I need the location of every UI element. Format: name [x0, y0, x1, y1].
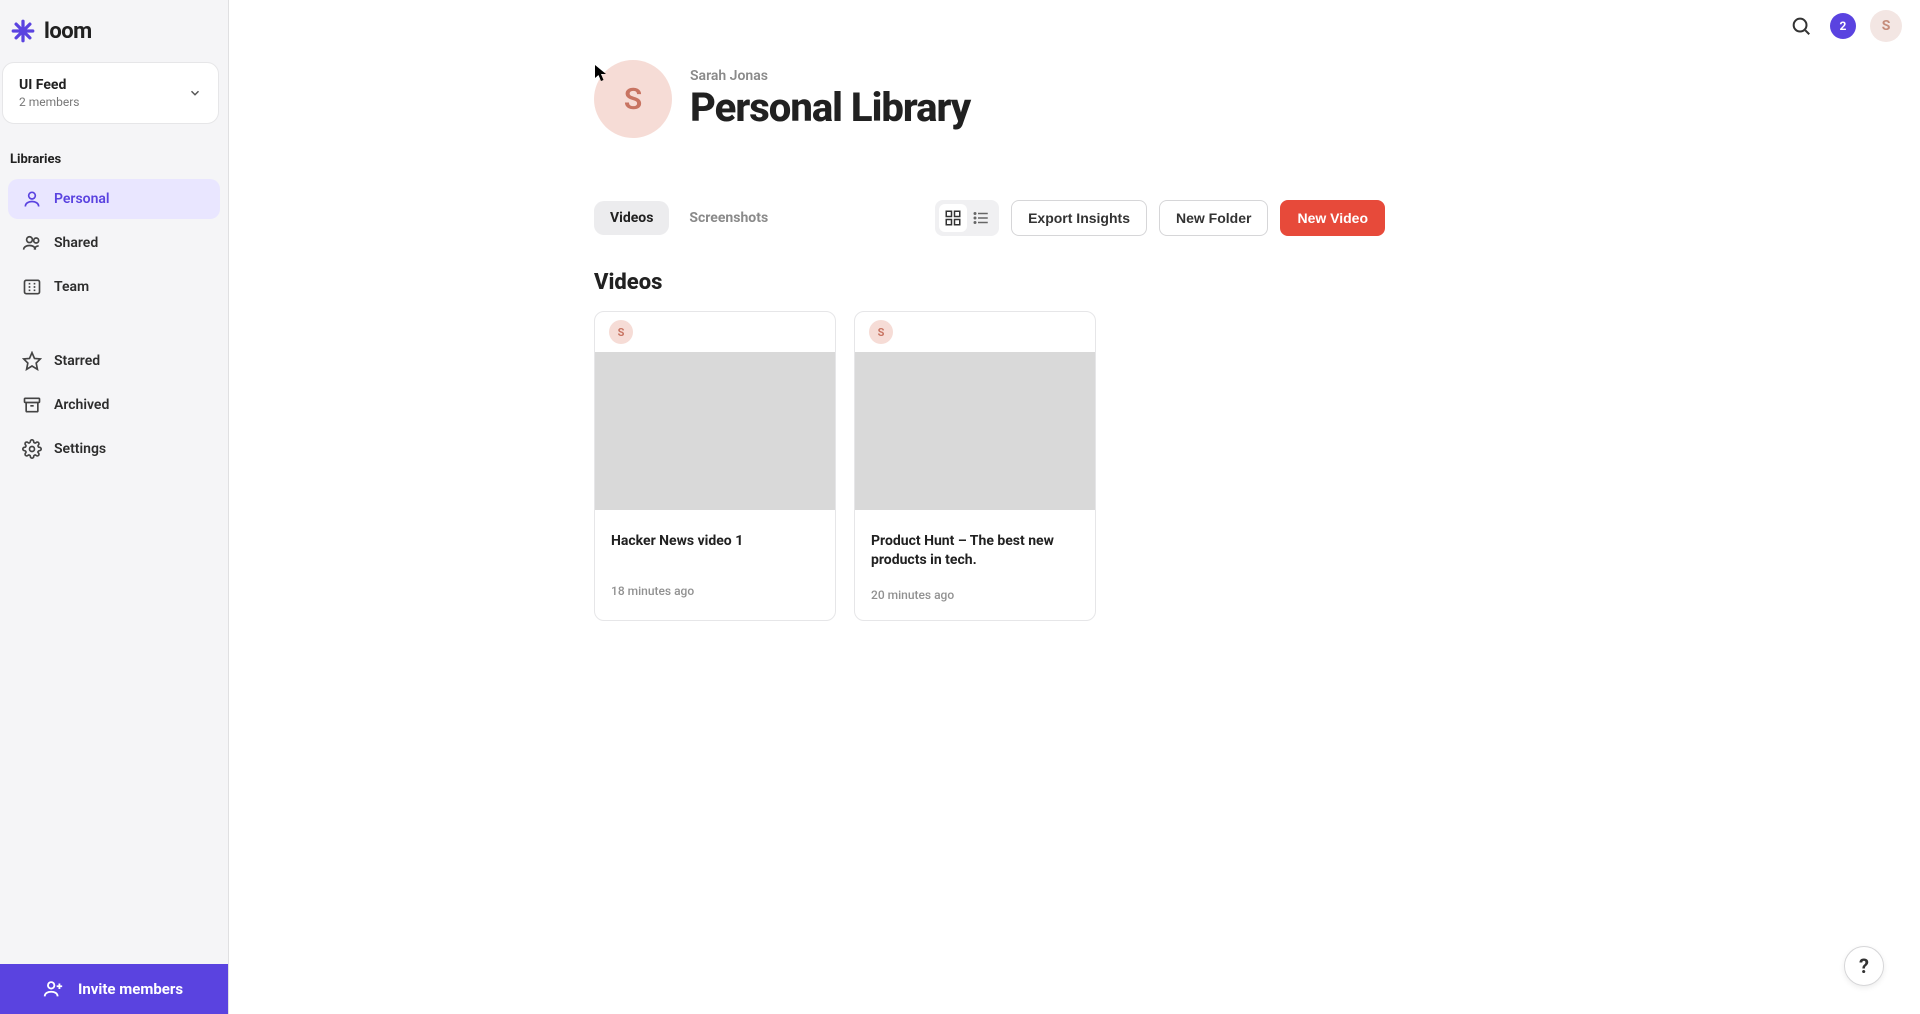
- sidebar: loom UI Feed 2 members Libraries Persona…: [0, 0, 229, 1014]
- search-icon: [1790, 15, 1812, 37]
- invite-members-button[interactable]: Invite members: [0, 964, 228, 1014]
- help-button[interactable]: ?: [1844, 946, 1884, 986]
- video-thumbnail: [855, 352, 1095, 510]
- sidebar-item-label: Shared: [54, 235, 98, 251]
- export-insights-button[interactable]: Export Insights: [1011, 200, 1147, 236]
- creator-avatar: S: [609, 320, 633, 344]
- video-timestamp: 18 minutes ago: [611, 584, 819, 598]
- libraries-section-label: Libraries: [0, 124, 228, 177]
- tab-videos[interactable]: Videos: [594, 201, 669, 235]
- workspace-name: UI Feed: [19, 77, 80, 93]
- sidebar-item-personal[interactable]: Personal: [8, 179, 220, 219]
- video-title: Product Hunt – The best new products in …: [871, 532, 1079, 570]
- new-folder-button[interactable]: New Folder: [1159, 200, 1268, 236]
- notifications-badge[interactable]: 2: [1830, 13, 1856, 39]
- search-button[interactable]: [1786, 11, 1816, 41]
- grid-icon: [944, 209, 962, 227]
- people-icon: [22, 233, 42, 253]
- person-icon: [22, 189, 42, 209]
- video-thumbnail: [595, 352, 835, 510]
- workspace-switcher[interactable]: UI Feed 2 members: [2, 62, 219, 124]
- list-icon: [972, 209, 990, 227]
- sidebar-item-label: Team: [54, 279, 89, 295]
- creator-avatar: S: [869, 320, 893, 344]
- star-icon: [22, 351, 42, 371]
- building-icon: [22, 277, 42, 297]
- topbar: 2 S: [229, 0, 1920, 52]
- sidebar-item-label: Starred: [54, 353, 100, 369]
- video-title: Hacker News video 1: [611, 532, 819, 551]
- logo-text: loom: [44, 19, 92, 44]
- video-timestamp: 20 minutes ago: [871, 588, 1079, 602]
- owner-name: Sarah Jonas: [690, 68, 970, 84]
- sidebar-item-shared[interactable]: Shared: [8, 223, 220, 263]
- grid-view-button[interactable]: [939, 204, 967, 232]
- gear-icon: [22, 439, 42, 459]
- videos-grid: S Hacker News video 1 18 minutes ago S P…: [229, 311, 1920, 621]
- new-video-button[interactable]: New Video: [1280, 200, 1385, 236]
- list-view-button[interactable]: [967, 204, 995, 232]
- sidebar-item-settings[interactable]: Settings: [8, 429, 220, 469]
- video-card[interactable]: S Product Hunt – The best new products i…: [854, 311, 1096, 621]
- library-header: S Sarah Jonas Personal Library: [229, 52, 1920, 138]
- workspace-members: 2 members: [19, 95, 80, 109]
- videos-section-heading: Videos: [229, 236, 1920, 311]
- chevron-down-icon: [188, 86, 202, 100]
- sidebar-item-team[interactable]: Team: [8, 267, 220, 307]
- sidebar-item-label: Settings: [54, 441, 106, 457]
- main-content: 2 S S Sarah Jonas Personal Library Video…: [229, 0, 1920, 1014]
- add-people-icon: [42, 978, 64, 1000]
- invite-label: Invite members: [78, 980, 183, 998]
- sidebar-item-label: Archived: [54, 397, 109, 413]
- logo[interactable]: loom: [0, 0, 228, 56]
- page-title: Personal Library: [690, 84, 970, 131]
- sidebar-item-archived[interactable]: Archived: [8, 385, 220, 425]
- toolbar: Videos Screenshots Export Insights New F…: [229, 200, 1920, 236]
- view-toggle: [935, 200, 999, 236]
- video-card[interactable]: S Hacker News video 1 18 minutes ago: [594, 311, 836, 621]
- sidebar-item-starred[interactable]: Starred: [8, 341, 220, 381]
- owner-avatar: S: [594, 60, 672, 138]
- loom-logo-icon: [10, 18, 36, 44]
- content-tabs: Videos Screenshots: [594, 201, 784, 235]
- avatar[interactable]: S: [1870, 10, 1902, 42]
- tab-screenshots[interactable]: Screenshots: [673, 201, 784, 235]
- archive-icon: [22, 395, 42, 415]
- sidebar-item-label: Personal: [54, 191, 110, 207]
